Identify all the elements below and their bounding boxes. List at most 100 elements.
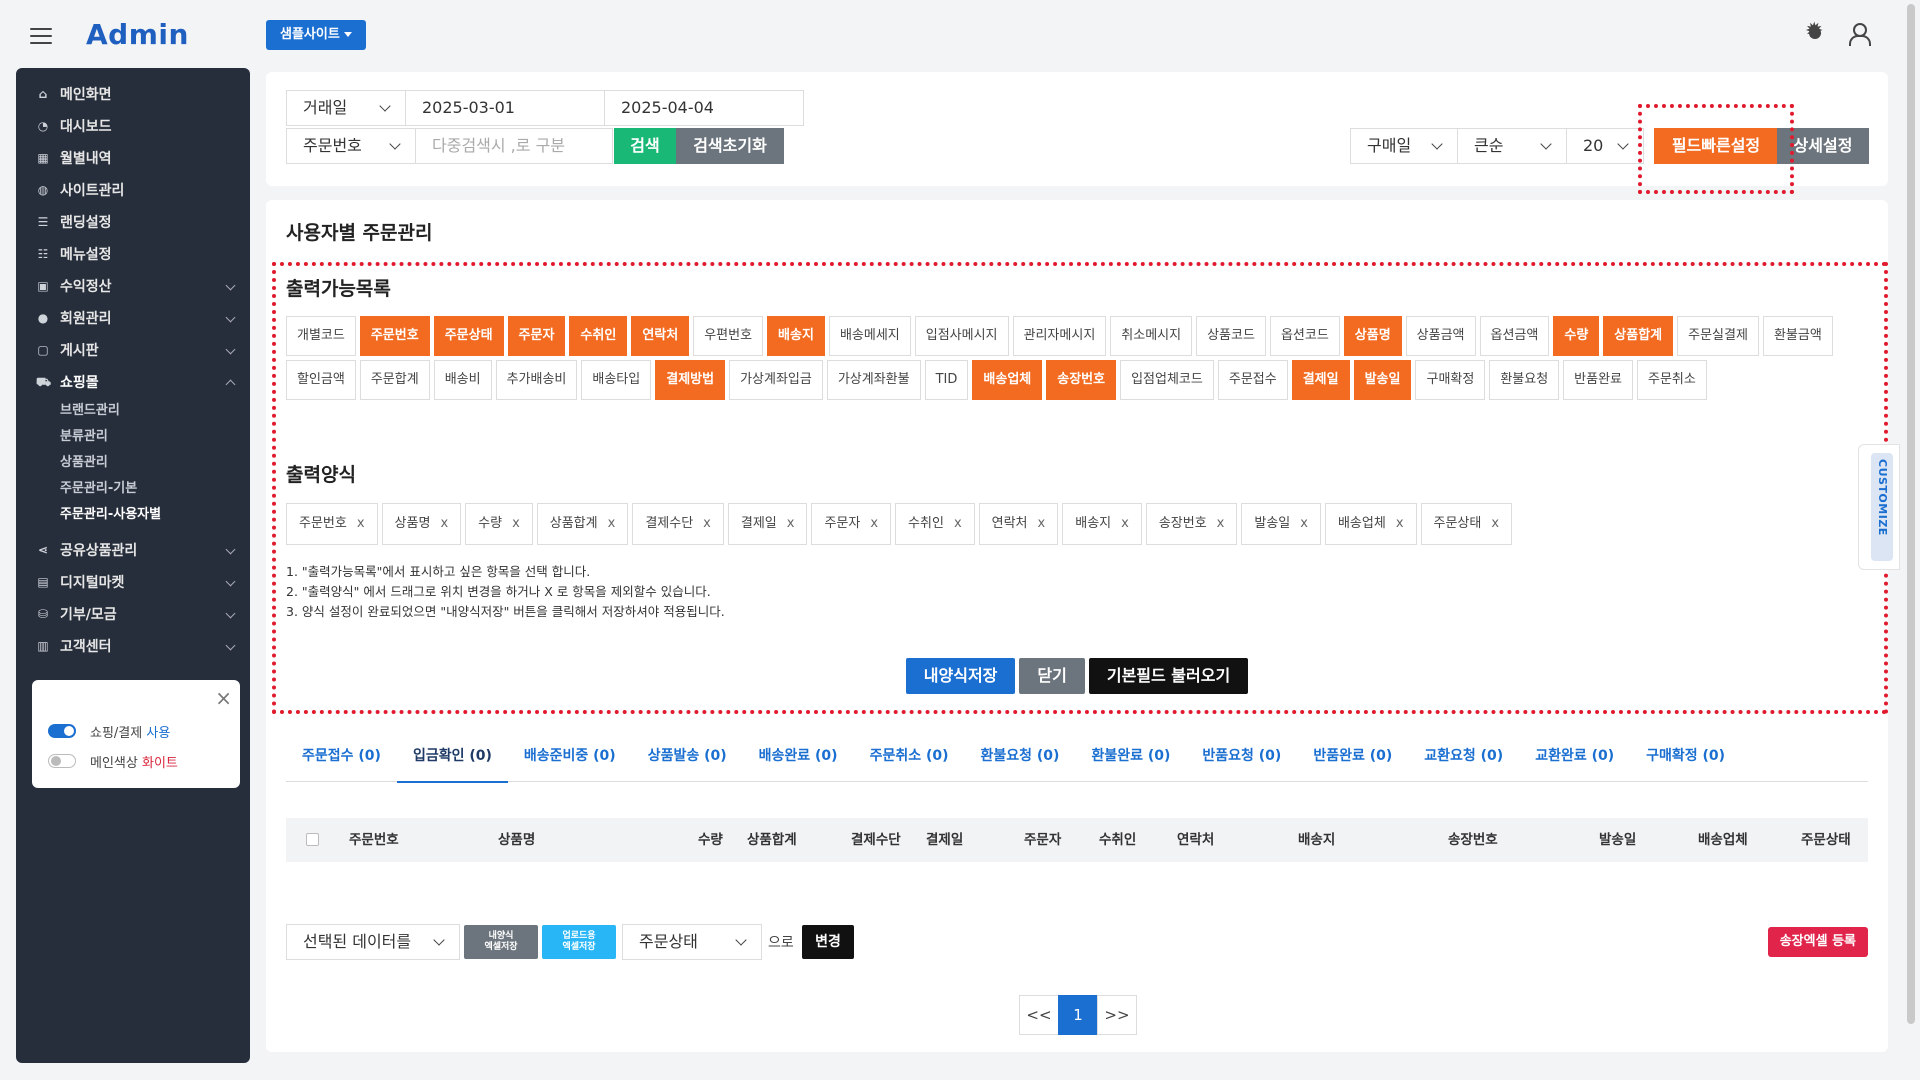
close-button[interactable]: 닫기: [1019, 658, 1085, 694]
column-header[interactable]: 결제일: [926, 818, 963, 862]
column-header[interactable]: 상품합계: [747, 818, 797, 862]
available-field-chip[interactable]: 결제일: [1291, 360, 1350, 400]
format-field-chip[interactable]: 주문자 x: [811, 503, 892, 545]
available-field-chip[interactable]: 옵션금액: [1479, 316, 1550, 356]
available-field-chip[interactable]: 상품명: [1343, 316, 1402, 356]
available-field-chip[interactable]: 가상계좌환불: [826, 360, 921, 400]
remove-icon[interactable]: x: [1121, 516, 1129, 531]
available-field-chip[interactable]: 우편번호: [693, 316, 764, 356]
available-field-chip[interactable]: 배송지: [767, 316, 825, 356]
keyword-input[interactable]: 다중검색시 ,로 구분: [415, 128, 613, 164]
column-header[interactable]: 상품명: [498, 818, 535, 862]
page-size-select[interactable]: 20: [1566, 128, 1644, 164]
available-field-chip[interactable]: 송장번호: [1046, 360, 1117, 400]
my-format-excel-button[interactable]: 내양식 엑셀저장: [464, 925, 538, 959]
available-field-chip[interactable]: 취소메시지: [1110, 316, 1193, 356]
status-tab[interactable]: 환불완료 (0): [1075, 730, 1186, 782]
available-field-chip[interactable]: 배송타입: [581, 360, 652, 400]
available-field-chip[interactable]: 주문자: [507, 316, 566, 356]
available-field-chip[interactable]: 주문접수: [1217, 360, 1288, 400]
available-field-chip[interactable]: 입점업체코드: [1120, 360, 1214, 400]
format-field-chip[interactable]: 연락처 x: [978, 503, 1059, 545]
sort-order-select[interactable]: 큰순: [1457, 128, 1567, 164]
logo[interactable]: Admin: [86, 18, 189, 51]
column-header[interactable]: 주문상태: [1801, 818, 1851, 862]
sidebar-item[interactable]: ◔ 대시보드: [16, 110, 250, 142]
change-button[interactable]: 변경: [802, 925, 854, 959]
available-field-chip[interactable]: 수취인: [569, 316, 628, 356]
status-tab[interactable]: 환불요청 (0): [965, 730, 1076, 782]
scrollbar-thumb[interactable]: [1907, 4, 1915, 1024]
sidebar-item[interactable]: ◍ 사이트관리: [16, 174, 250, 206]
format-field-chip[interactable]: 수취인 x: [895, 503, 975, 545]
field-type-select[interactable]: 주문번호: [286, 128, 416, 164]
sidebar-item[interactable]: ● 회원관리: [16, 302, 250, 334]
available-field-chip[interactable]: 상품코드: [1196, 316, 1266, 356]
remove-icon[interactable]: x: [703, 516, 711, 531]
user-profile-icon[interactable]: [1848, 22, 1871, 46]
detail-settings-button[interactable]: 상세설정: [1777, 128, 1869, 164]
available-field-chip[interactable]: 추가배송비: [495, 360, 578, 400]
available-field-chip[interactable]: 관리자메시지: [1012, 316, 1107, 356]
available-field-chip[interactable]: 배송비: [433, 360, 492, 400]
submenu-item[interactable]: 주문관리-사용자별: [16, 502, 250, 528]
submenu-item[interactable]: 주문관리-기본: [16, 476, 250, 502]
status-tab[interactable]: 입금확인 (0): [396, 730, 508, 783]
available-field-chip[interactable]: 배송메세지: [828, 316, 911, 356]
status-tab[interactable]: 주문취소 (0): [854, 730, 965, 782]
available-field-chip[interactable]: 반품완료: [1563, 360, 1634, 400]
format-field-chip[interactable]: 결제수단 x: [632, 503, 724, 545]
status-tab[interactable]: 교환완료 (0): [1519, 730, 1630, 782]
site-select-button[interactable]: 샘플사이트: [266, 20, 366, 50]
available-field-chip[interactable]: 상품합계: [1603, 316, 1674, 356]
status-tab[interactable]: 주문접수 (0): [286, 730, 397, 782]
available-field-chip[interactable]: 환불금액: [1762, 316, 1833, 356]
format-field-chip[interactable]: 주문상태 x: [1420, 503, 1513, 545]
upload-excel-button[interactable]: 업로드용 엑셀저장: [542, 925, 616, 959]
available-field-chip[interactable]: 주문취소: [1637, 360, 1707, 400]
column-header[interactable]: 결제수단: [851, 818, 901, 862]
page-scrollbar[interactable]: [1906, 0, 1916, 1080]
sidebar-item[interactable]: ⛁ 기부/모금: [16, 598, 250, 630]
search-button[interactable]: 검색: [614, 128, 676, 164]
close-icon[interactable]: ×: [215, 686, 232, 710]
status-tab[interactable]: 상품발송 (0): [632, 730, 743, 782]
available-field-chip[interactable]: 연락처: [631, 316, 690, 356]
available-field-chip[interactable]: 발송일: [1353, 360, 1412, 400]
status-tab[interactable]: 반품요청 (0): [1186, 730, 1297, 782]
format-field-chip[interactable]: 배송업체 x: [1324, 503, 1417, 545]
available-field-chip[interactable]: 가상계좌입금: [729, 360, 823, 400]
format-field-chip[interactable]: 결제일 x: [727, 503, 808, 545]
submenu-item[interactable]: 브랜드관리: [16, 398, 250, 424]
order-status-select[interactable]: 주문상태: [622, 924, 762, 960]
available-field-chip[interactable]: TID: [924, 360, 969, 400]
date-from-input[interactable]: 2025-03-01: [405, 90, 605, 126]
remove-icon[interactable]: x: [1300, 516, 1308, 531]
available-field-chip[interactable]: 개별코드: [286, 316, 356, 356]
remove-icon[interactable]: x: [954, 516, 962, 531]
available-field-chip[interactable]: 할인금액: [286, 360, 356, 400]
status-tab[interactable]: 배송완료 (0): [743, 730, 854, 782]
column-header[interactable]: 수취인: [1099, 818, 1136, 862]
remove-icon[interactable]: x: [440, 516, 448, 531]
available-field-chip[interactable]: 결제방법: [655, 360, 726, 400]
remove-icon[interactable]: x: [1396, 516, 1404, 531]
invoice-excel-upload-button[interactable]: 송장엑셀 등록: [1767, 927, 1868, 957]
column-header[interactable]: 연락처: [1177, 818, 1214, 862]
sidebar-item[interactable]: ▦ 월별내역: [16, 142, 250, 174]
sidebar-item[interactable]: ☰ 랜딩설정: [16, 206, 250, 238]
status-tab[interactable]: 교환요청 (0): [1408, 730, 1519, 782]
sidebar-item[interactable]: ☷ 메뉴설정: [16, 238, 250, 270]
remove-icon[interactable]: x: [512, 516, 520, 531]
available-field-chip[interactable]: 주문실결제: [1677, 316, 1759, 356]
sidebar-item[interactable]: ⌂ 메인화면: [16, 78, 250, 110]
available-field-chip[interactable]: 입점사메시지: [914, 316, 1009, 356]
date-type-select[interactable]: 거래일: [286, 90, 406, 126]
remove-icon[interactable]: x: [357, 516, 365, 531]
available-field-chip[interactable]: 구매확정: [1415, 360, 1486, 400]
format-field-chip[interactable]: 상품합계 x: [536, 503, 629, 545]
shopping-toggle[interactable]: [48, 724, 76, 738]
format-field-chip[interactable]: 수량 x: [465, 503, 533, 545]
available-field-chip[interactable]: 옵션코드: [1269, 316, 1340, 356]
sidebar-item[interactable]: ▤ 디지털마켓: [16, 566, 250, 598]
